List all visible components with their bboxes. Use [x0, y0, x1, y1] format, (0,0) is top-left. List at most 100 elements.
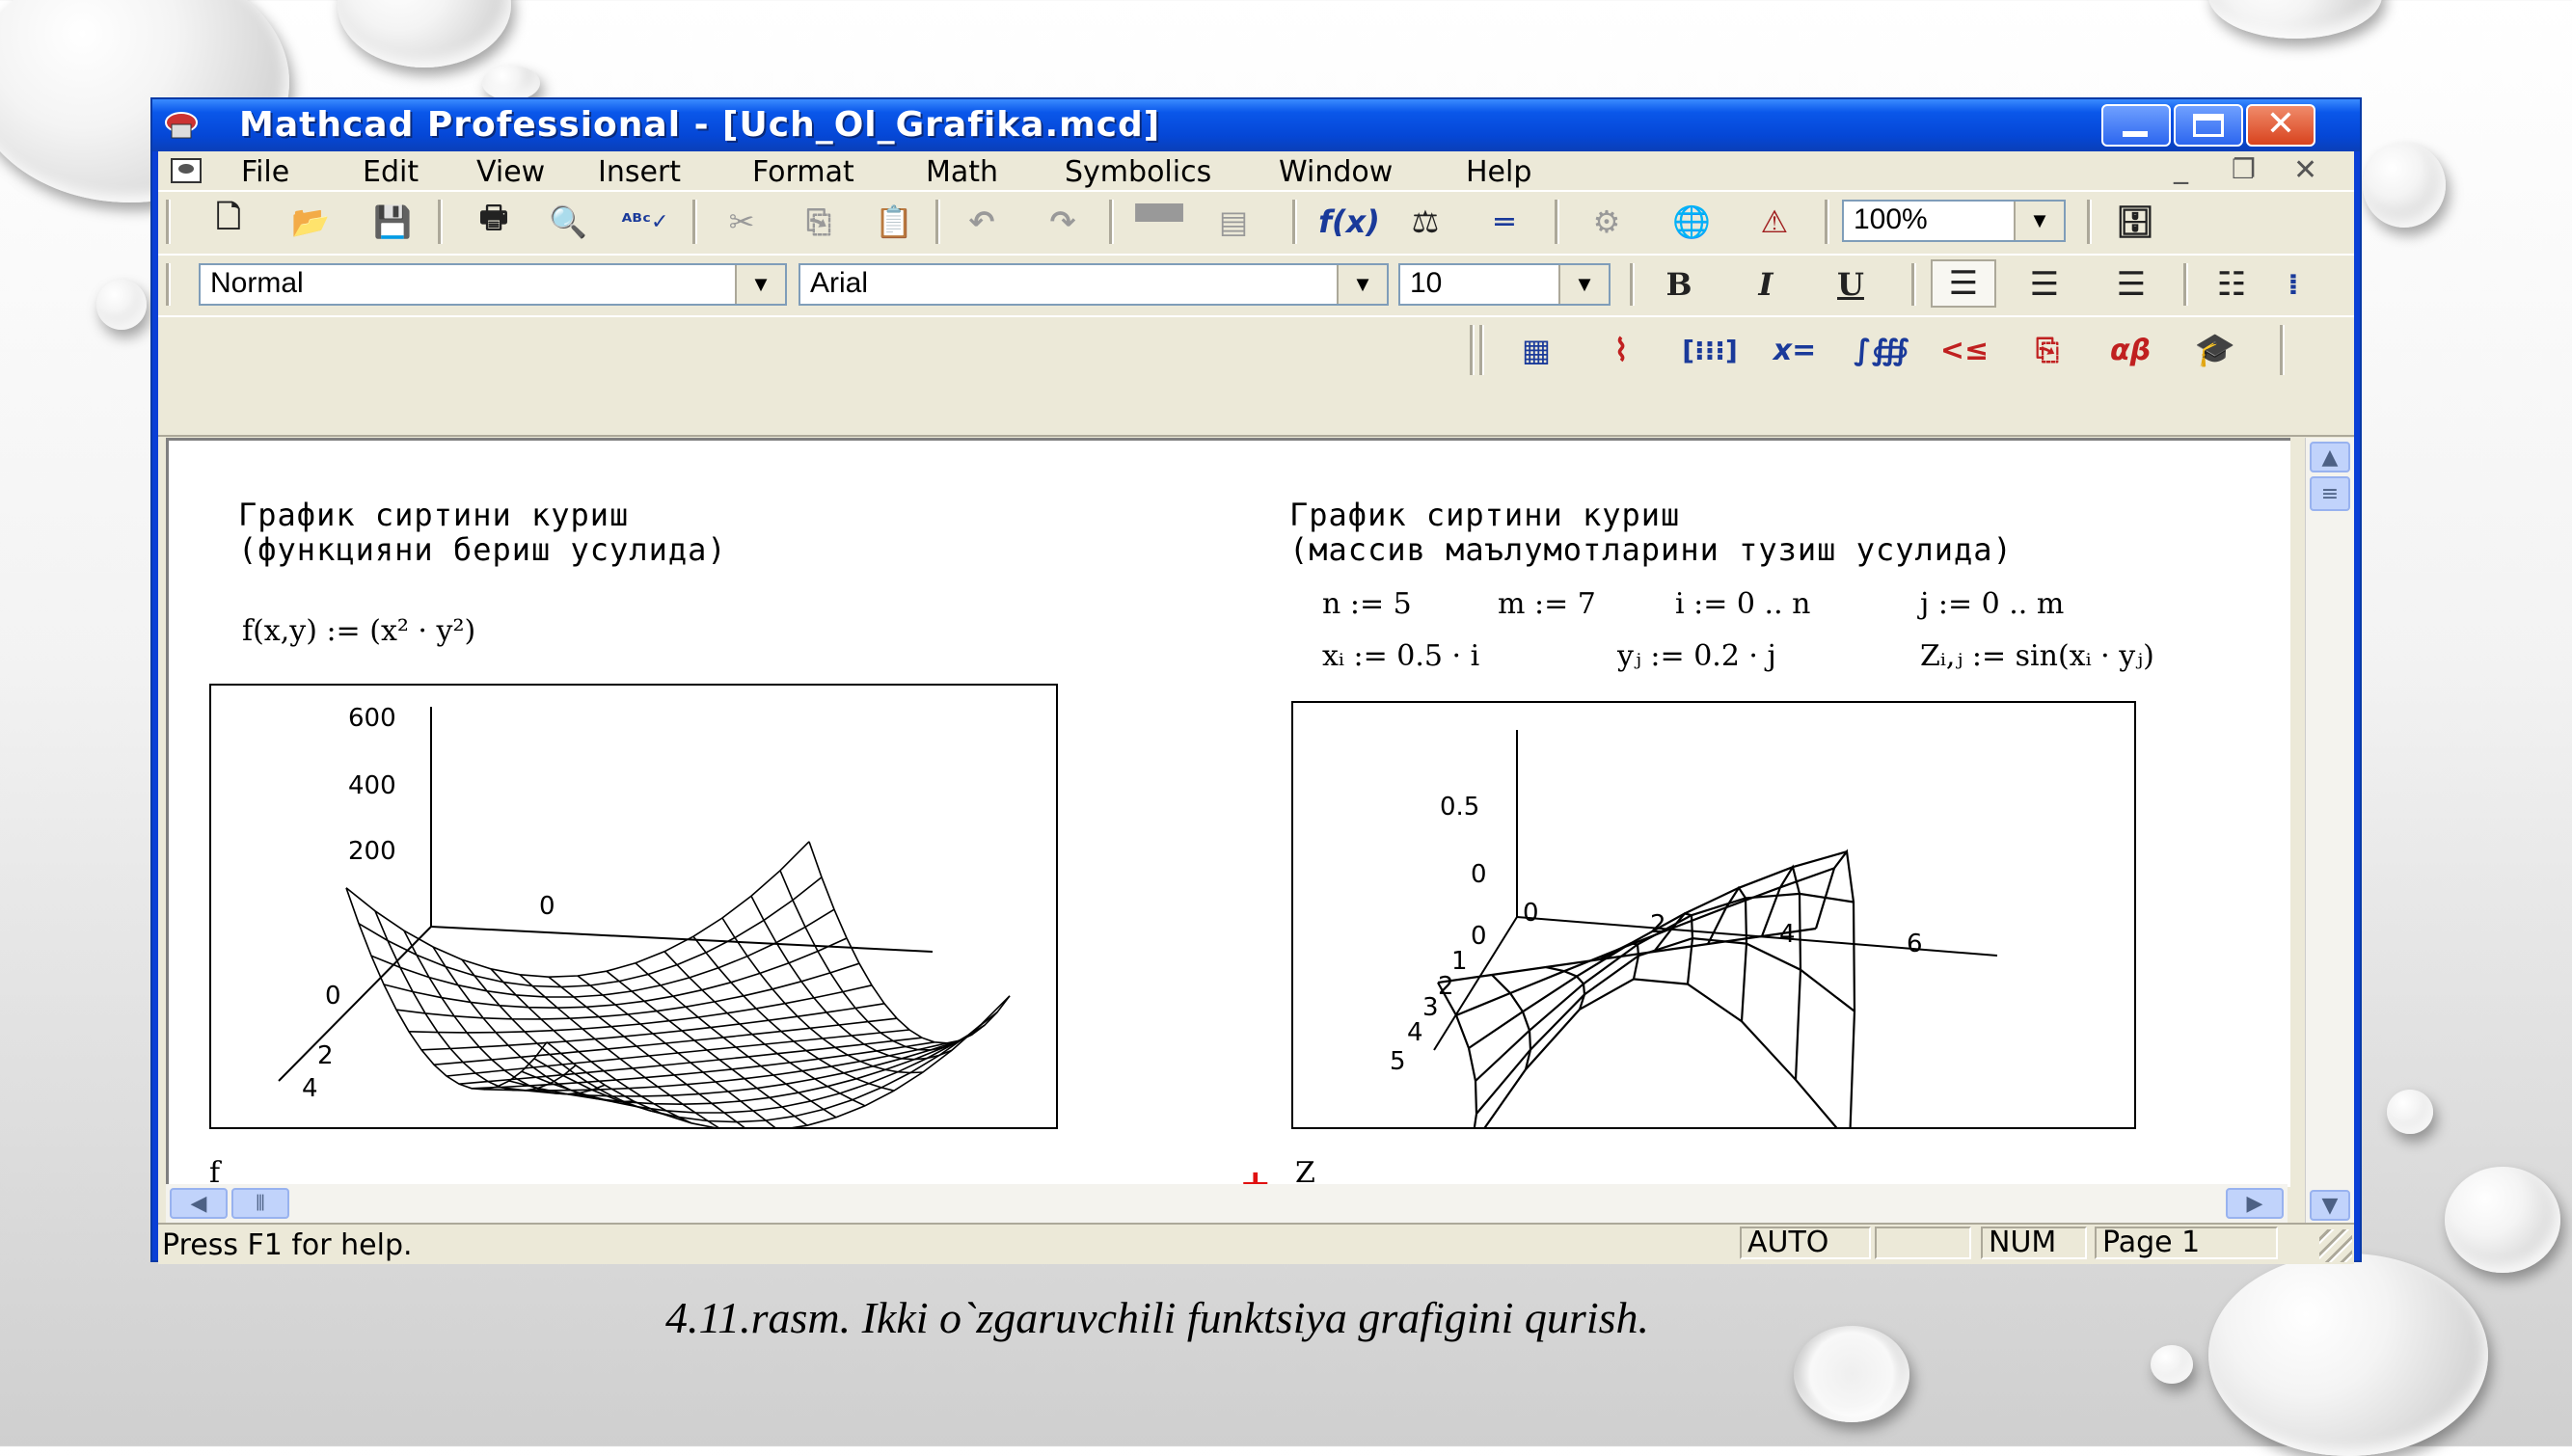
paste-icon[interactable]: 📋 [868, 200, 920, 244]
insert-function-icon[interactable]: f(x) [1315, 200, 1383, 244]
mesh-line [345, 887, 548, 1091]
align-center-button[interactable]: ☰ [2016, 263, 2073, 306]
menu-help[interactable]: Help [1466, 155, 1531, 189]
menu-view[interactable]: View [476, 155, 545, 189]
status-mode: AUTO [1740, 1227, 1871, 1259]
def-z[interactable]: Zᵢ,ⱼ := sin(xᵢ · yⱼ) [1920, 639, 2154, 673]
symbolic-icon[interactable]: 🎓 [2183, 325, 2247, 375]
graph-icon[interactable]: ⌇ [1591, 325, 1651, 375]
mesh-line [1760, 864, 1802, 1080]
def-y[interactable]: yⱼ := 0.2 · j [1617, 639, 1776, 673]
menu-math[interactable]: Math [926, 155, 998, 189]
close-button[interactable]: ✕ [2246, 104, 2315, 147]
mesh-line [383, 937, 848, 1010]
matrix-icon[interactable]: [⁝⁝⁝] [1678, 325, 1742, 375]
resize-grip-icon[interactable] [2319, 1229, 2352, 1262]
math-toolbar: ▦ ⌇ [⁝⁝⁝] x= ∫∰ <≤ ⎘ αβ 🎓 [158, 315, 2354, 437]
document-icon[interactable] [170, 155, 203, 186]
scroll-left-button[interactable]: ◀ [170, 1188, 228, 1219]
chevron-down-icon[interactable]: ▼ [735, 265, 785, 304]
menu-symbolics[interactable]: Symbolics [1065, 155, 1211, 189]
spell-check-icon[interactable]: ᴬᴮᶜ✓ [619, 200, 671, 244]
scroll-thumb-vertical[interactable]: ≡ [2310, 476, 2350, 511]
chevron-down-icon[interactable]: ▼ [1558, 265, 1609, 304]
greek-icon[interactable]: αβ [2098, 325, 2162, 375]
bullets-button[interactable]: ☷ [2203, 263, 2261, 306]
menu-format[interactable]: Format [752, 155, 854, 189]
scroll-thumb-horizontal[interactable]: ⦀ [231, 1188, 289, 1219]
mesh-line [345, 841, 810, 979]
print-icon[interactable]: 🖶 [465, 199, 523, 244]
worksheet[interactable]: График сиртини куриш (функцияни бериш ус… [166, 438, 2290, 1206]
def-j[interactable]: j := 0 .. m [1920, 587, 2064, 621]
underline-button[interactable]: U [1827, 263, 1875, 306]
insert-component-icon[interactable]: ⚙ [1578, 200, 1636, 244]
mesh-line [408, 984, 873, 1034]
cut-icon[interactable]: ✂ [717, 200, 766, 244]
doc-restore-icon[interactable]: ❐ [2232, 153, 2256, 185]
surface-plot-left[interactable]: 600 400 200 0 2 4 0 [209, 684, 1058, 1133]
surface-plot-right[interactable]: 0.5 0 0 2 4 6 0 1 2 3 4 5 [1291, 701, 2136, 1147]
function-definition[interactable]: f(x,y) := (x² · y²) [242, 614, 475, 648]
chevron-down-icon[interactable]: ▼ [1337, 265, 1387, 304]
save-icon[interactable]: 💾 [368, 200, 417, 244]
function-definition-lhs: f(x,y) := [242, 614, 370, 648]
horizontal-scrollbar[interactable]: ◀ ⦀ ▶ [166, 1184, 2288, 1223]
font-select[interactable]: Arial ▼ [799, 263, 1389, 306]
print-preview-icon[interactable]: 🔍 [542, 200, 594, 244]
scroll-up-button[interactable]: ▲ [2310, 442, 2350, 472]
def-x[interactable]: xᵢ := 0.5 · i [1322, 639, 1479, 673]
font-value: Arial [810, 267, 869, 299]
minimize-button[interactable] [2101, 104, 2171, 147]
align-right-button[interactable]: ☰ [2102, 263, 2160, 306]
zoom-select[interactable]: 100% ▼ [1842, 200, 2066, 242]
boolean-icon[interactable]: <≤ [1935, 325, 1994, 375]
title-bar[interactable]: Mathcad Professional - [Uch_Ol_Grafika.m… [152, 99, 2360, 151]
undo-icon[interactable]: ↶ [955, 200, 1009, 244]
formatting-toolbar: Normal ▼ Arial ▼ 10 ▼ B I U ☰ ☰ ☰ ☷ ⁞ [158, 254, 2354, 317]
menu-insert[interactable]: Insert [598, 155, 681, 189]
calculator-icon[interactable]: ▦ [1506, 325, 1566, 375]
doc-minimize-icon[interactable]: _ [2174, 151, 2188, 185]
left-heading-1[interactable]: График сиртини куриш [238, 497, 629, 533]
water-drop [2151, 1345, 2193, 1384]
calculate-icon[interactable]: ═ [1477, 200, 1531, 244]
open-folder-icon[interactable]: 📂 [282, 200, 339, 244]
italic-button[interactable]: I [1742, 263, 1790, 306]
maximize-button[interactable] [2174, 104, 2243, 147]
align-down-icon[interactable]: ▤ [1209, 200, 1258, 244]
doc-close-icon[interactable]: ✕ [2293, 153, 2317, 187]
chevron-down-icon[interactable]: ▼ [2014, 202, 2064, 240]
scroll-right-button[interactable]: ▶ [2226, 1188, 2284, 1219]
hierarchy-icon[interactable]: ⚠ [1746, 200, 1803, 244]
redo-icon[interactable]: ↷ [1036, 200, 1090, 244]
numbering-button[interactable]: ⁞ [2280, 263, 2307, 306]
vertical-scrollbar[interactable]: ▲ ≡ ▼ [2305, 438, 2354, 1226]
programming-icon[interactable]: ⎘ [2017, 325, 2077, 375]
resource-center-icon[interactable]: 🌐 [1663, 200, 1720, 244]
font-size-select[interactable]: 10 ▼ [1398, 263, 1611, 306]
def-m[interactable]: m := 7 [1498, 587, 1596, 621]
right-heading-2[interactable]: (массив маълумотларини тузиш усулида) [1289, 531, 2013, 568]
water-drop [482, 66, 540, 100]
align-across-icon[interactable]: ▀▀ [1132, 200, 1186, 244]
evaluation-icon[interactable]: x= [1763, 325, 1827, 375]
left-heading-2[interactable]: (функцияни бериш усулида) [238, 531, 727, 568]
status-help-text: Press F1 for help. [162, 1228, 413, 1262]
scroll-down-button[interactable]: ▼ [2310, 1190, 2350, 1221]
copy-icon[interactable]: ⎘ [795, 200, 843, 244]
style-select[interactable]: Normal ▼ [199, 263, 787, 306]
menu-file[interactable]: File [241, 155, 289, 189]
insert-unit-icon[interactable]: ⚖ [1398, 200, 1452, 244]
new-file-icon[interactable]: 🗋 [204, 199, 253, 244]
water-drop [96, 280, 147, 330]
def-i[interactable]: i := 0 .. n [1675, 587, 1810, 621]
menu-edit[interactable]: Edit [363, 155, 419, 189]
def-n[interactable]: n := 5 [1322, 587, 1412, 621]
align-left-button[interactable]: ☰ [1931, 259, 1996, 308]
right-heading-1[interactable]: График сиртини куриш [1289, 497, 1680, 533]
resources-icon[interactable]: 🗄 [2116, 200, 2155, 244]
bold-button[interactable]: B [1655, 263, 1703, 306]
menu-window[interactable]: Window [1279, 155, 1393, 189]
calculus-icon[interactable]: ∫∰ [1850, 325, 1913, 375]
